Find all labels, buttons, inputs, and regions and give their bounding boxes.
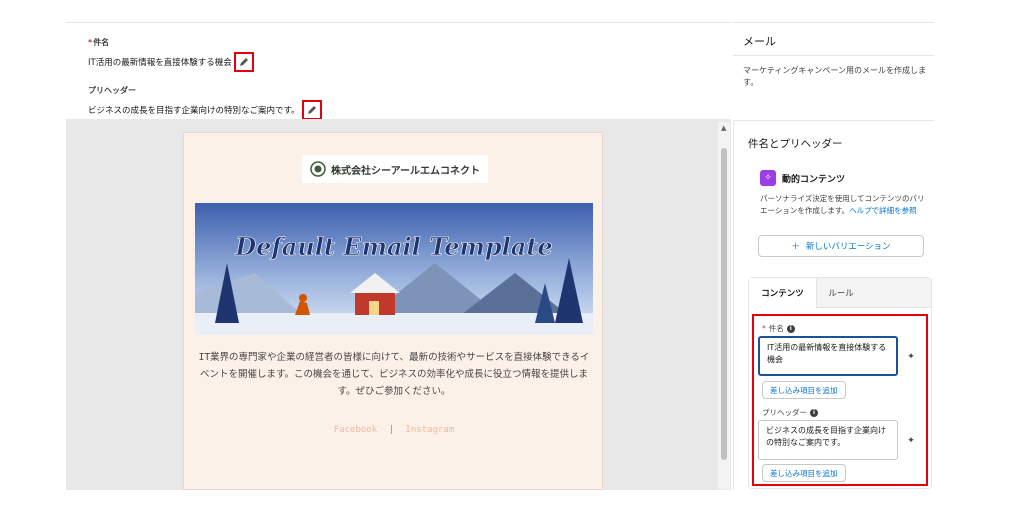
preheader-value-row: ビジネスの成長を目指す企業向けの特別なご案内です。 bbox=[88, 100, 322, 120]
banner-illustration: Default Email Template bbox=[195, 203, 593, 335]
subject-value-row: IT活用の最新情報を直接体験する機会 bbox=[88, 52, 254, 72]
company-logo: 株式会社シーアールエムコネクト bbox=[302, 155, 488, 183]
banner-title: Default Email Template bbox=[234, 232, 552, 261]
sparkle-icon[interactable]: ✦ bbox=[902, 432, 920, 450]
social-separator: | bbox=[388, 425, 394, 435]
required-marker: * bbox=[762, 324, 766, 333]
tab-content[interactable]: コンテンツ bbox=[749, 278, 817, 308]
add-merge-field-subject-button[interactable]: 差し込み項目を追加 bbox=[762, 381, 846, 399]
dynamic-content-description: パーソナライズ決定を使用してコンテンツのバリエーションを作成します。ヘルプで詳細… bbox=[760, 193, 930, 217]
highlighted-fields: * 件名 i IT活用の最新情報を直接体験する機会 ✦ 差し込み項目を追加 プリヘ… bbox=[752, 314, 928, 486]
pencil-icon bbox=[307, 106, 316, 114]
edit-subject-button[interactable] bbox=[233, 52, 254, 72]
help-link[interactable]: ヘルプで詳細を参照 bbox=[849, 206, 917, 215]
new-variation-label: 新しいバリエーション bbox=[805, 242, 891, 252]
pencil-icon bbox=[239, 58, 248, 66]
tab-rules[interactable]: ルール bbox=[817, 278, 865, 308]
logo-emblem-icon bbox=[310, 161, 326, 177]
info-icon[interactable]: i bbox=[810, 408, 818, 417]
preheader-textarea[interactable]: ビジネスの成長を目指す企業向けの特別なご案内です。 bbox=[758, 420, 898, 460]
preheader-field-label: プリヘッダー bbox=[762, 408, 807, 417]
banner-image: Default Email Template bbox=[195, 203, 593, 335]
subject-value: IT活用の最新情報を直接体験する機会 bbox=[88, 58, 232, 68]
preheader-field-label-row: プリヘッダー i bbox=[762, 407, 818, 418]
facebook-link[interactable]: Facebook bbox=[334, 425, 377, 435]
scroll-thumb[interactable] bbox=[721, 148, 727, 460]
instagram-link[interactable]: Instagram bbox=[405, 425, 454, 435]
preview-scrollbar[interactable]: ▲ bbox=[718, 122, 730, 489]
properties-panel-title: 件名とプリヘッダー bbox=[748, 138, 843, 150]
edit-preheader-button[interactable] bbox=[301, 100, 322, 120]
dynamic-content-icon: ✧ bbox=[760, 170, 776, 186]
email-info-panel: メール マーケティングキャンペーン用のメールを作成します。 bbox=[733, 22, 934, 121]
tab-bar: コンテンツ ルール bbox=[749, 278, 931, 308]
subject-textarea[interactable]: IT活用の最新情報を直接体験する機会 bbox=[758, 336, 898, 376]
subject-label-row: *件名 bbox=[88, 37, 254, 48]
social-links: Facebook | Instagram bbox=[184, 425, 604, 435]
email-panel-title: メール bbox=[743, 35, 776, 48]
subject-field-label-row: * 件名 i bbox=[762, 323, 795, 334]
info-icon[interactable]: i bbox=[786, 324, 795, 333]
scroll-up-icon[interactable]: ▲ bbox=[721, 124, 726, 132]
email-body-text: IT業界の専門家や企業の経営者の皆様に向けて、最新の技術やサービスを直接体験でき… bbox=[198, 352, 590, 397]
logo-text: 株式会社シーアールエムコネクト bbox=[331, 165, 480, 177]
subject-label: 件名 bbox=[93, 38, 110, 47]
subject-block: *件名 IT活用の最新情報を直接体験する機会 bbox=[88, 37, 254, 72]
preheader-block: プリヘッダー ビジネスの成長を目指す企業向けの特別なご案内です。 bbox=[88, 85, 322, 120]
email-panel-description: マーケティングキャンペーン用のメールを作成します。 bbox=[743, 66, 926, 87]
preheader-label: プリヘッダー bbox=[88, 86, 136, 95]
email-preview-area: 株式会社シーアールエムコネクト Default Email Template I… bbox=[66, 119, 731, 490]
preheader-value: ビジネスの成長を目指す企業向けの特別なご案内です。 bbox=[88, 106, 300, 116]
sparkle-icon[interactable]: ✦ bbox=[902, 348, 920, 366]
divider bbox=[733, 55, 934, 56]
email-preview-card: 株式会社シーアールエムコネクト Default Email Template I… bbox=[183, 132, 603, 490]
email-editor-pane: *件名 IT活用の最新情報を直接体験する機会 プリヘッダー ビジネスの成長を目指… bbox=[66, 22, 731, 490]
new-variation-button[interactable]: ＋ 新しいバリエーション bbox=[758, 235, 924, 257]
add-merge-field-preheader-button[interactable]: 差し込み項目を追加 bbox=[762, 464, 846, 482]
subject-field-label: 件名 bbox=[768, 324, 784, 333]
required-marker: * bbox=[88, 38, 93, 47]
dynamic-content-title: 動的コンテンツ bbox=[782, 175, 846, 185]
plus-icon: ＋ bbox=[791, 242, 800, 252]
